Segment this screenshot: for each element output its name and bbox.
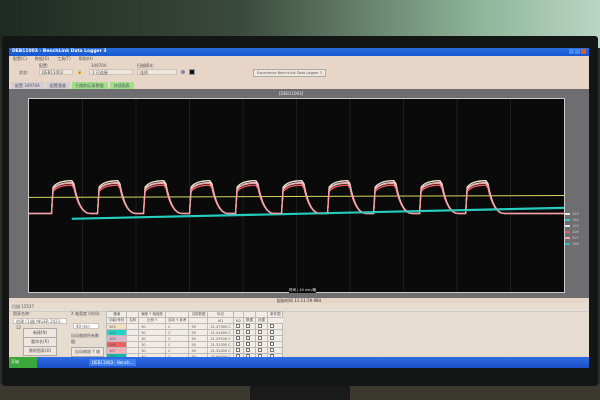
alarm-checkbox[interactable]	[269, 330, 274, 334]
data-checkbox[interactable]	[257, 342, 262, 346]
delete-chart-button[interactable]: 删除图表(D)	[23, 346, 57, 356]
table-subheader: 自动 Y 参考	[165, 317, 190, 324]
m1-checkbox[interactable]	[235, 324, 240, 328]
series-line-108	[71, 207, 565, 220]
chart-svg	[28, 99, 565, 292]
legend-swatch	[565, 237, 570, 239]
alarm-checkbox[interactable]	[269, 348, 274, 352]
taskbar-item[interactable]: DEB11003 - Bench...	[89, 359, 137, 366]
chart-settings-panel: 扫描 15537 图表名称: 创建 (1)器 INGER 2021-12 新建(…	[9, 303, 589, 360]
data-checkbox[interactable]	[257, 348, 262, 352]
chart-name-label: 图表名称:	[13, 311, 31, 316]
m2-checkbox[interactable]	[245, 348, 250, 352]
tab-bar: 配置 34970A 配置通道 扫描和记录数据 快速图表	[9, 82, 589, 89]
x-axis-width-label: X 轴宽度 (时间):	[71, 311, 101, 316]
alarm-checkbox[interactable]	[269, 342, 274, 346]
config-field[interactable]: DEB11003	[39, 69, 73, 75]
tab-0[interactable]: 配置 34970A	[11, 82, 44, 89]
legend-label: 108	[572, 242, 579, 246]
legend-swatch	[565, 243, 570, 245]
close-button[interactable]	[581, 49, 586, 54]
table-header: 当前数据	[188, 311, 209, 318]
window-title: DEB11003 - BenchLink Data Logger 3	[12, 49, 107, 54]
legend-entry[interactable]: 108	[565, 241, 579, 247]
about-button[interactable]: Experience BenchLink Data Logger 3	[253, 69, 326, 77]
instrument-label: 34970A	[91, 63, 107, 68]
table-header: 偏差 Y 轴缩放	[138, 311, 167, 318]
lock-icon[interactable]: 🔒	[77, 69, 82, 74]
m2-checkbox[interactable]	[245, 330, 250, 334]
table-header: 事件图	[266, 311, 284, 318]
chart-plot-area[interactable]	[28, 98, 565, 293]
legend-label: 106	[572, 230, 579, 234]
monitor-stand	[250, 384, 350, 400]
chart-legend: 103 104 105 106 107 108	[565, 211, 579, 247]
autoscale-button[interactable]: 自动缩放 Y 轴	[71, 347, 104, 357]
legend-swatch	[565, 231, 570, 233]
m1-checkbox[interactable]	[235, 348, 240, 352]
tab-1[interactable]: 配置通道	[45, 82, 70, 89]
scan-mode-field[interactable]: 连续	[137, 69, 177, 75]
instrument-field: 1 已连接	[89, 69, 133, 75]
tab-3[interactable]: 快速图表	[109, 82, 134, 89]
m2-checkbox[interactable]	[245, 342, 250, 346]
autoscale-label: 自动缩放所有数据:	[71, 333, 99, 344]
data-checkbox[interactable]	[257, 336, 262, 340]
tab-2[interactable]: 扫描和记录数据	[71, 82, 108, 89]
channel-table: 通道 偏差 Y 轴缩放 当前数据 标记 事件图 功能/号码 名称 比例 Y 自动 Y 参考 M1 M…	[105, 311, 284, 360]
taskbar: 开始 DEB11003 - Bench...	[9, 357, 589, 368]
x-axis-label: 时间 | 40 min/格	[289, 288, 317, 293]
start-button[interactable]: 开始	[9, 357, 37, 368]
alarm-checkbox[interactable]	[269, 336, 274, 340]
legend-swatch	[565, 225, 570, 227]
legend-label: 105	[572, 224, 579, 228]
chart-select[interactable]: 创建 (1)器 INGER 2021-12	[13, 318, 67, 330]
legend-swatch	[565, 219, 570, 221]
app-window: DEB11003 - BenchLink Data Logger 3 配置(C)…	[9, 48, 589, 368]
minimize-button[interactable]	[569, 49, 574, 54]
toolbar: 配置: 状态: DEB11003 🔒 34970A 1 已连接 扫描模式: 连续…	[9, 62, 589, 82]
data-checkbox[interactable]	[257, 330, 262, 334]
x-axis-width-input[interactable]: 40 min	[73, 323, 99, 329]
m2-checkbox[interactable]	[245, 324, 250, 328]
m1-checkbox[interactable]	[235, 330, 240, 334]
legend-label: 107	[572, 236, 579, 240]
state-label: 状态:	[19, 70, 29, 75]
m1-checkbox[interactable]	[235, 336, 240, 340]
stop-button[interactable]	[189, 69, 195, 75]
m1-checkbox[interactable]	[235, 342, 240, 346]
table-subheader: 功能/号码	[105, 317, 128, 324]
m2-checkbox[interactable]	[245, 336, 250, 340]
alarm-checkbox[interactable]	[269, 324, 274, 328]
legend-label: 104	[572, 218, 579, 222]
chart-panel: [DEB11003] 103 104 105 106 107 108 时间 | 40 mi…	[9, 89, 589, 298]
legend-swatch	[565, 213, 570, 215]
chart-title: [DEB11003]	[279, 91, 304, 96]
status-icon	[181, 70, 185, 74]
legend-label: 103	[572, 212, 579, 216]
data-checkbox[interactable]	[257, 324, 262, 328]
title-bar: DEB11003 - BenchLink Data Logger 3	[9, 48, 589, 56]
maximize-button[interactable]	[575, 49, 580, 54]
